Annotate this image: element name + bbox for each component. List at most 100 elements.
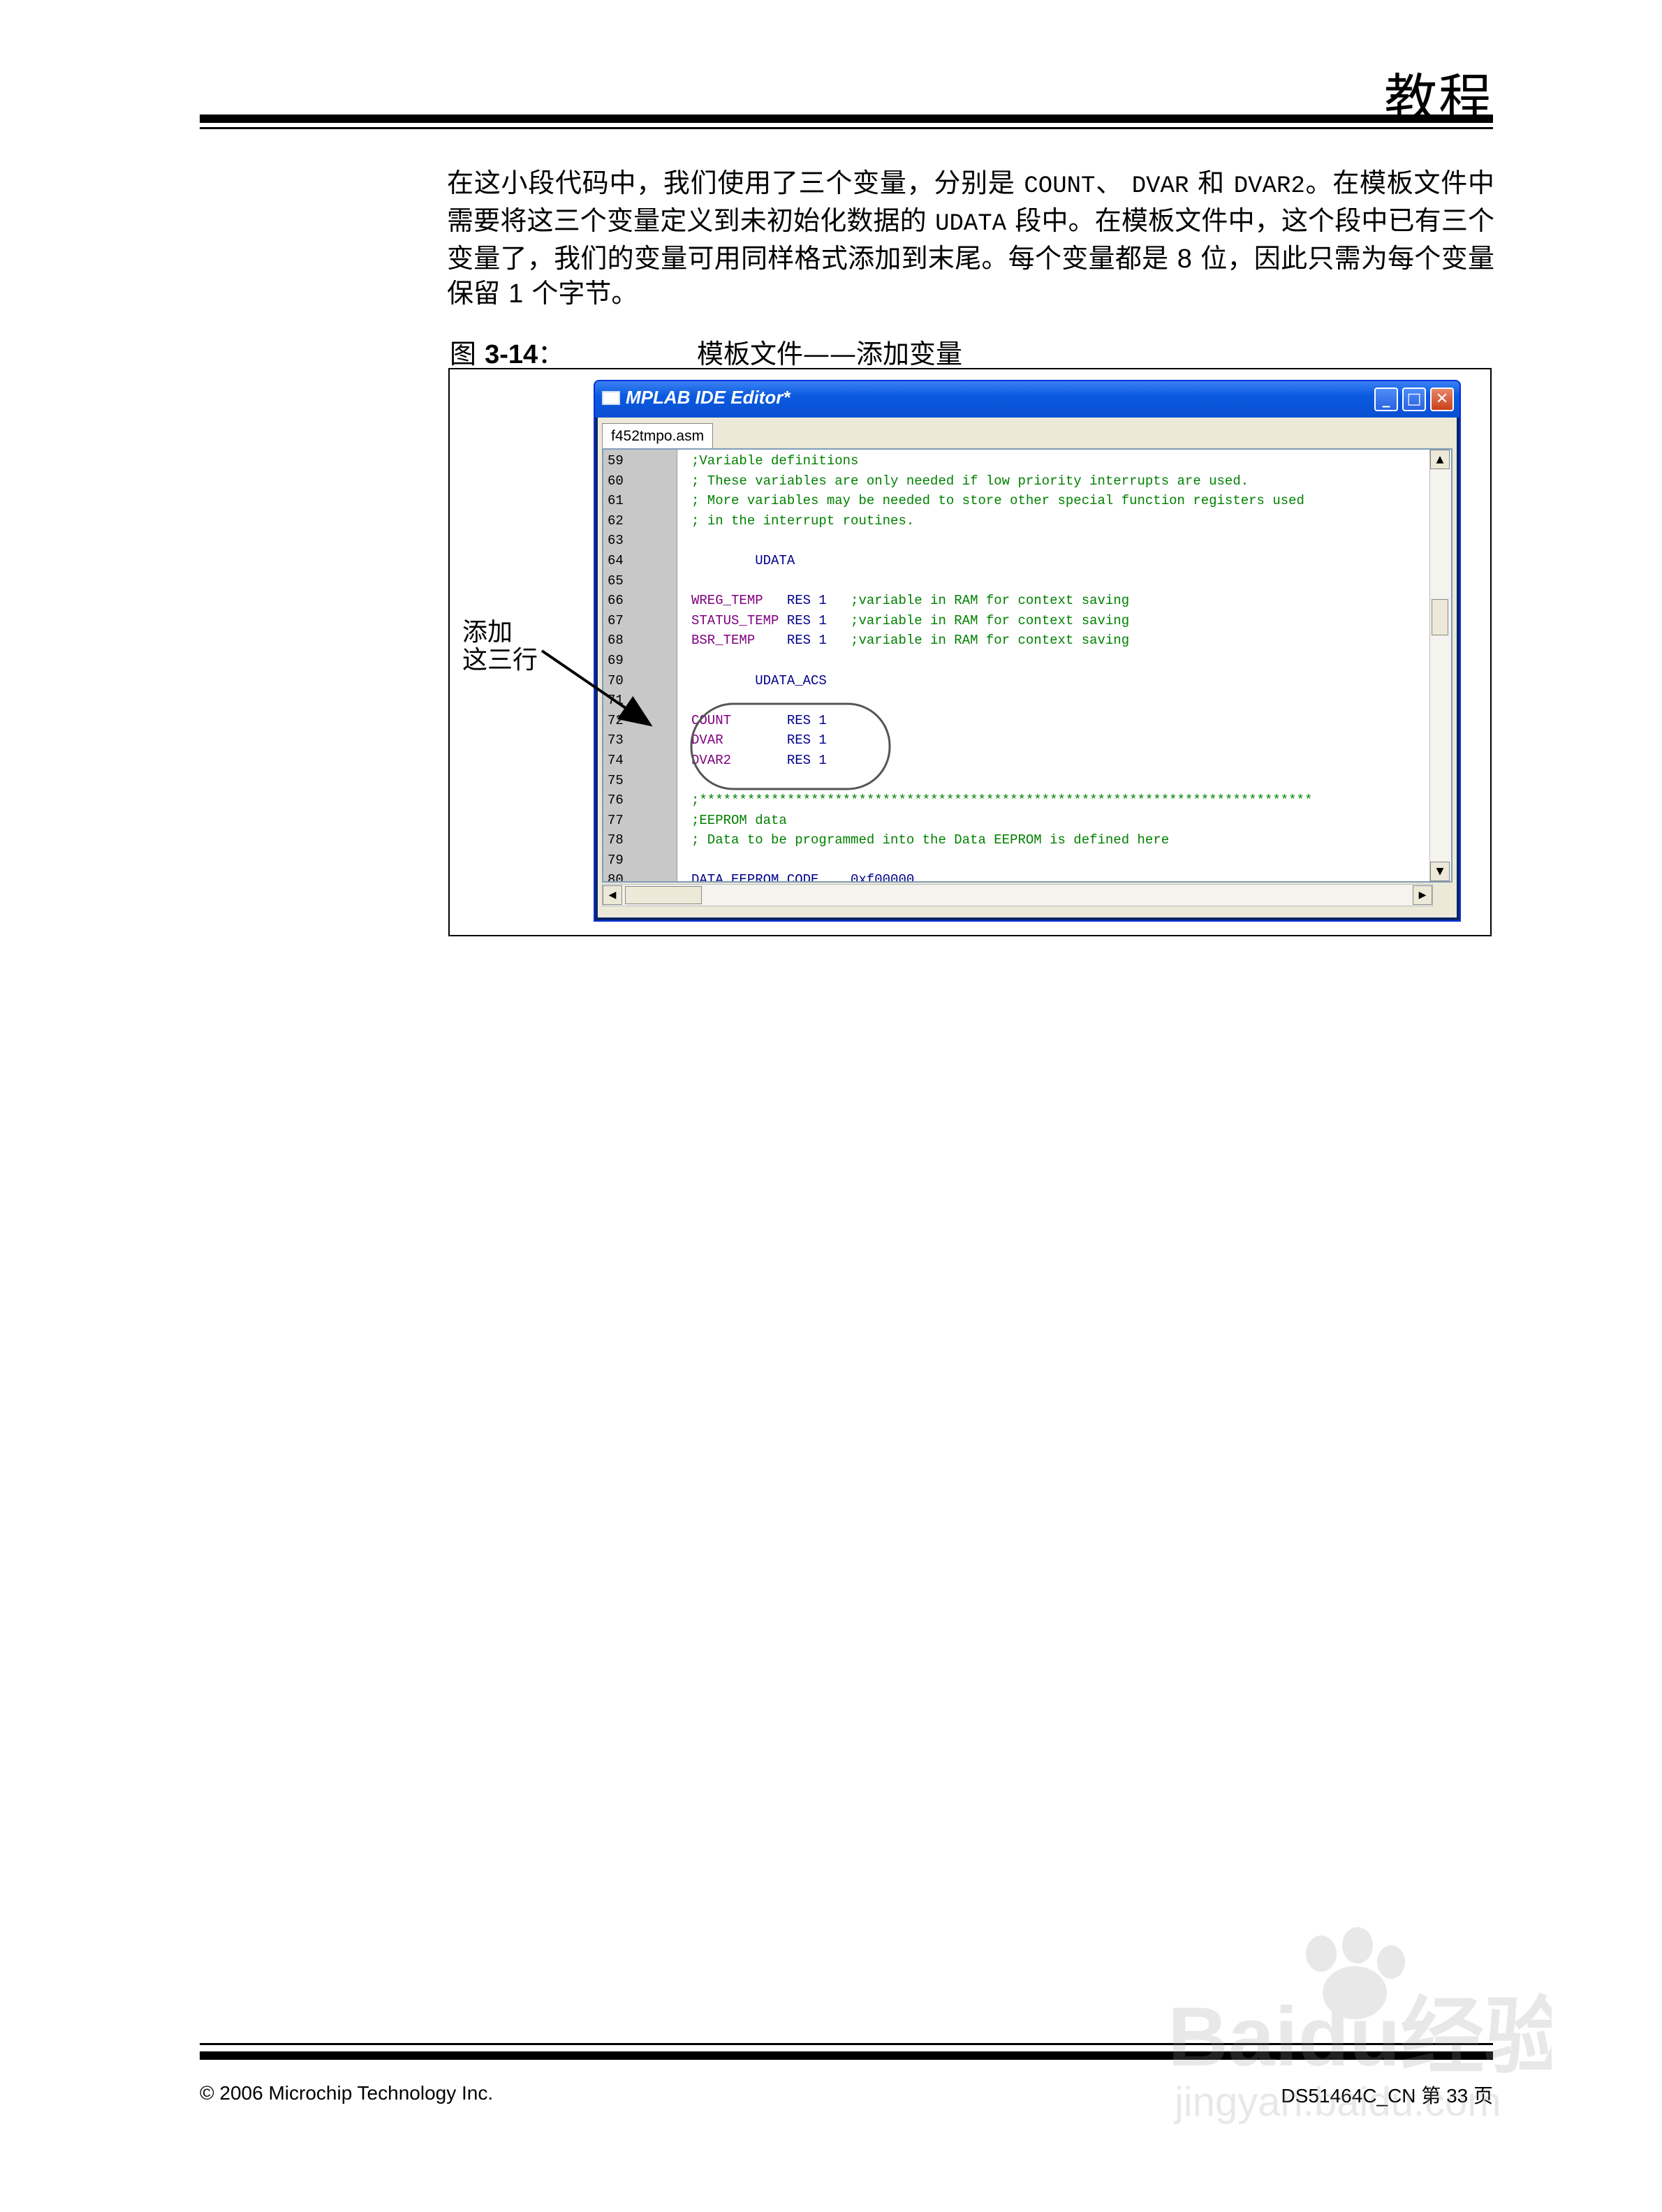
code-line: 77 ;EEPROM data — [603, 811, 1427, 831]
code-text: ; in the interrupt routines. — [691, 513, 915, 529]
line-number: 69 — [608, 652, 624, 668]
code-editor[interactable]: 59 ;Variable definitions 60 ; These variabl… — [602, 448, 1453, 883]
line-number: 64 — [608, 552, 624, 568]
annotation-line: 这三行 — [462, 646, 538, 674]
line-number: 61 — [608, 493, 624, 509]
code-text: ;EEPROM data — [691, 812, 787, 828]
vertical-scrollbar[interactable]: ▲ ▼ — [1429, 450, 1451, 881]
line-number: 72 — [608, 712, 624, 728]
close-button[interactable]: ✕ — [1430, 388, 1454, 411]
scroll-down-arrow-icon[interactable]: ▼ — [1430, 862, 1450, 881]
code-line: 62 ; in the interrupt routines. — [603, 511, 1427, 531]
code-line: 69 — [603, 651, 1427, 671]
line-number: 71 — [608, 693, 624, 709]
code-text: ;***************************************… — [691, 792, 1313, 809]
line-number: 62 — [608, 513, 624, 529]
code-text: COUNT RES 1 — [691, 711, 827, 731]
window-titlebar[interactable]: MPLAB IDE Editor* _ □ ✕ — [595, 381, 1459, 418]
line-number: 59 — [608, 453, 624, 469]
line-number: 68 — [608, 633, 624, 649]
code-line: 64 UDATA — [603, 551, 1427, 571]
line-number: 66 — [608, 593, 624, 609]
code-line: 73 DVAR RES 1 — [603, 730, 1427, 751]
code-line: 75 — [603, 771, 1427, 791]
figure-label-prefix: 图 — [450, 339, 485, 369]
code-text: ; Data to be programmed into the Data EE… — [691, 832, 1170, 848]
line-number: 76 — [608, 792, 624, 809]
maximize-button[interactable]: □ — [1402, 388, 1426, 411]
var-dvar2-ref: DVAR2 — [1233, 173, 1305, 200]
code-line: 59 ;Variable definitions — [603, 451, 1427, 471]
line-number: 73 — [608, 732, 624, 749]
annotation-line: 添加 — [462, 618, 513, 647]
code-line: 68 BSR_TEMP RES 1 ;variable in RAM for co… — [603, 631, 1427, 651]
line-number: 74 — [608, 752, 624, 768]
code-line: 61 ; More variables may be needed to stor… — [603, 491, 1427, 511]
line-number: 60 — [608, 473, 624, 489]
variable-name: STATUS_TEMP — [691, 612, 787, 628]
scroll-up-arrow-icon[interactable]: ▲ — [1430, 450, 1450, 469]
variable-name: COUNT — [691, 712, 787, 728]
code-text: DVAR RES 1 — [691, 730, 827, 751]
watermark-brand: Baidu经验 — [1168, 1990, 1552, 2084]
inline-comment: ;variable in RAM for context saving — [826, 612, 1130, 628]
inline-comment: ;variable in RAM for context saving — [826, 593, 1130, 609]
code-text: BSR_TEMP RES 1 ;variable in RAM for cont… — [691, 631, 1129, 651]
watermark-url: jingyan.baidu.com — [1173, 2079, 1501, 2125]
code-line: 67 STATUS_TEMP RES 1 ;variable in RAM for… — [603, 611, 1427, 631]
code-line: 72 COUNT RES 1 — [603, 711, 1427, 731]
scroll-left-arrow-icon[interactable]: ◀ — [603, 885, 622, 905]
variable-name: DVAR2 — [691, 752, 787, 768]
para-text: 在这小段代码中，我们使用了三个变量，分别是 — [447, 168, 1024, 198]
res-directive: RES 1 — [786, 633, 827, 649]
horizontal-scroll-thumb[interactable] — [625, 886, 702, 904]
code-text: DATA_EEPROM CODE 0xf00000 — [691, 872, 915, 883]
para-text: 、 — [1095, 168, 1132, 198]
vertical-scroll-thumb[interactable] — [1432, 599, 1448, 635]
code-text: ; More variables may be needed to store … — [691, 493, 1304, 509]
footer-copyright: © 2006 Microchip Technology Inc. — [200, 2082, 494, 2104]
header-rule-thick — [200, 115, 1493, 123]
file-tab[interactable]: f452tmpo.asm — [602, 423, 714, 449]
line-number: 77 — [608, 812, 624, 828]
line-number: 70 — [608, 672, 624, 688]
code-text: ;Variable definitions — [691, 453, 859, 469]
editor-window: MPLAB IDE Editor* _ □ ✕ f452tmpo.asm 59;… — [594, 380, 1461, 922]
window-client-area: f452tmpo.asm 59 ;Variable definitions 60 ; … — [598, 418, 1457, 917]
para-text: 个字节。 — [523, 278, 638, 309]
window-app-icon — [602, 391, 620, 405]
header-rule-thin — [200, 127, 1493, 129]
code-line: 74 DVAR2 RES 1 — [603, 751, 1427, 771]
figure-label-suffix: ： — [538, 339, 565, 369]
code-text: DVAR2 RES 1 — [691, 751, 827, 771]
body-paragraph: 在这小段代码中，我们使用了三个变量，分别是 COUNT、 DVAR 和 DVAR… — [447, 166, 1494, 311]
para-text: 和 — [1189, 168, 1234, 198]
line-number: 79 — [608, 852, 624, 868]
var-count-ref: COUNT — [1024, 173, 1096, 200]
code-line: 63 — [603, 531, 1427, 551]
line-number: 67 — [608, 612, 624, 628]
code-area: 59 ;Variable definitions 60 ; These variabl… — [603, 451, 1427, 883]
horizontal-scrollbar[interactable]: ◀ ▶ — [602, 884, 1433, 906]
code-line: 71 — [603, 691, 1427, 711]
code-text: STATUS_TEMP RES 1 ;variable in RAM for c… — [691, 611, 1129, 631]
code-line: 65 — [603, 571, 1427, 591]
window-title: MPLAB IDE Editor* — [626, 387, 790, 408]
code-line: 80 DATA_EEPROM CODE 0xf00000 — [603, 870, 1427, 883]
code-line: 76 ;*************************************… — [603, 790, 1427, 811]
res-directive: RES 1 — [786, 732, 827, 749]
minimize-button[interactable]: _ — [1374, 388, 1398, 411]
code-text: UDATA — [691, 552, 795, 568]
bits-value: 8 — [1177, 244, 1192, 274]
variable-name: WREG_TEMP — [691, 593, 787, 609]
res-directive: RES 1 — [786, 593, 827, 609]
scroll-right-arrow-icon[interactable]: ▶ — [1413, 885, 1432, 905]
code-text: ; These variables are only needed if low… — [691, 473, 1249, 489]
udata-ref: UDATA — [935, 211, 1007, 237]
res-directive: RES 1 — [786, 752, 827, 768]
res-directive: RES 1 — [786, 712, 827, 728]
inline-comment: ;variable in RAM for context saving — [826, 633, 1130, 649]
code-text: UDATA_ACS — [691, 672, 827, 688]
res-directive: RES 1 — [786, 612, 827, 628]
line-number: 75 — [608, 772, 624, 788]
